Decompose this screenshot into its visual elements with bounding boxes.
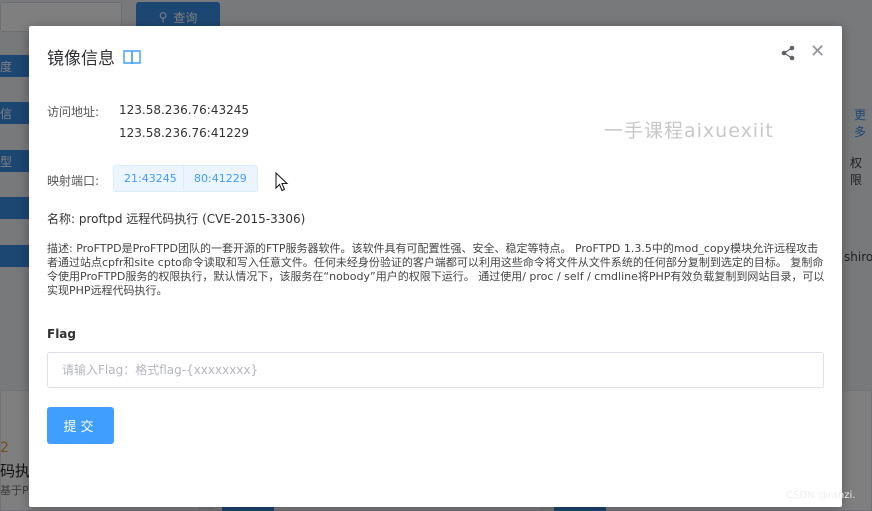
vuln-name: 名称: proftpd 远程代码执行 (CVE-2015-3306)	[47, 212, 306, 226]
close-icon[interactable]: ✕	[810, 42, 825, 62]
mapped-port-label: 映射端口:	[47, 174, 100, 188]
access-address-label: 访问地址:	[47, 105, 100, 119]
csdn-watermark: CSDN @ranzi.	[786, 490, 856, 501]
watermark-text: 一手课程aixuexiit	[604, 120, 774, 142]
port-tag[interactable]: 21:43245	[113, 165, 188, 192]
flag-label: Flag	[47, 327, 76, 341]
share-icon[interactable]	[780, 45, 796, 61]
mouse-cursor-icon	[275, 172, 289, 192]
dialog-title: 镜像信息	[47, 49, 115, 69]
vuln-description: 描述: ProFTPD是ProFTPD团队的一套开源的FTP服务器软件。该软件具…	[47, 242, 825, 297]
image-info-dialog: 镜像信息 ✕ 一手课程aixuexiit 访问地址: 123.58.236.76…	[29, 26, 842, 507]
flag-input[interactable]	[47, 352, 824, 388]
access-address: 123.58.236.76:43245	[119, 103, 250, 117]
access-address: 123.58.236.76:41229	[119, 126, 250, 140]
dialog-header: 镜像信息	[47, 44, 141, 69]
submit-button[interactable]: 提交	[47, 407, 114, 444]
port-tag[interactable]: 80:41229	[183, 165, 258, 192]
book-icon[interactable]	[123, 49, 141, 65]
